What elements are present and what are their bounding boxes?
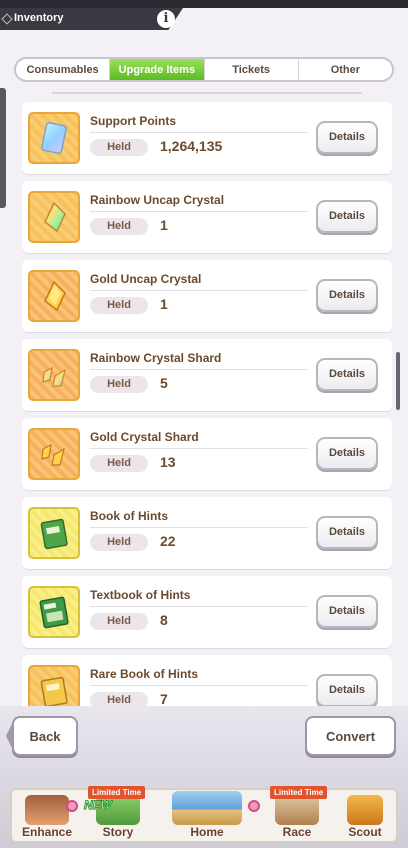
tab-other[interactable]: Other [299, 59, 392, 80]
details-button[interactable]: Details [316, 121, 378, 154]
details-button[interactable]: Details [316, 200, 378, 233]
bottom-nav: Enhance Story Limited Time NEW Home Race… [10, 786, 398, 843]
held-count: 13 [160, 454, 176, 470]
nav-enhance[interactable]: Enhance [14, 790, 80, 841]
item-name: Rainbow Uncap Crystal [90, 193, 225, 207]
tab-tickets[interactable]: Tickets [205, 59, 299, 80]
details-button[interactable]: Details [316, 674, 378, 706]
item-name: Gold Uncap Crystal [90, 272, 202, 286]
back-button[interactable]: Back [12, 716, 78, 756]
nav-scout[interactable]: Scout [334, 790, 396, 841]
nav-label: Enhance [21, 825, 72, 839]
details-button[interactable]: Details [316, 516, 378, 549]
item-name: Book of Hints [90, 509, 168, 523]
list-item: Rainbow Crystal Shard Held 5 Details [22, 339, 392, 411]
list-item: Rainbow Uncap Crystal Held 1 Details [22, 181, 392, 253]
held-count: 1 [160, 296, 168, 312]
scrollbar[interactable] [396, 352, 400, 410]
new-badge: NEW [84, 798, 113, 813]
held-count: 1 [160, 217, 168, 233]
page-title: Inventory [14, 12, 64, 24]
item-name: Gold Crystal Shard [90, 430, 199, 444]
held-label: Held [90, 692, 148, 706]
category-tabs: Consumables Upgrade Items Tickets Other [14, 57, 394, 82]
rare-book-icon [28, 665, 80, 706]
list-item: Gold Crystal Shard Held 13 Details [22, 418, 392, 490]
nav-label: Story [102, 825, 134, 839]
details-button[interactable]: Details [316, 358, 378, 391]
gold-crystal-icon [28, 270, 80, 322]
home-icon [172, 791, 242, 825]
item-name: Rainbow Crystal Shard [90, 351, 222, 365]
held-label: Held [90, 218, 148, 235]
item-name: Support Points [90, 114, 176, 128]
limited-time-ribbon: Limited Time [270, 786, 328, 799]
scout-icon [347, 795, 383, 825]
info-button[interactable]: i [157, 10, 175, 28]
convert-button[interactable]: Convert [305, 716, 396, 756]
hint-book-icon [28, 507, 80, 559]
divider [90, 685, 308, 686]
notification-dot [66, 800, 78, 812]
held-label: Held [90, 455, 148, 472]
divider [90, 211, 308, 212]
enhance-icon [25, 795, 69, 825]
divider [90, 369, 308, 370]
list-item: Gold Uncap Crystal Held 1 Details [22, 260, 392, 332]
divider [90, 527, 308, 528]
side-handle [0, 88, 6, 208]
item-list[interactable]: Support Points Held 1,264,135 Details Ra… [22, 92, 392, 706]
textbook-icon [28, 586, 80, 638]
nav-label: Scout [348, 825, 382, 839]
divider [90, 448, 308, 449]
divider [90, 132, 308, 133]
race-icon [275, 795, 319, 825]
details-button[interactable]: Details [316, 595, 378, 628]
details-button[interactable]: Details [316, 437, 378, 470]
divider [90, 606, 308, 607]
screen: Inventory i Consumables Upgrade Items Ti… [0, 0, 408, 848]
held-count: 5 [160, 375, 168, 391]
list-top-divider [52, 92, 362, 95]
held-count: 8 [160, 612, 168, 628]
rainbow-crystal-icon [28, 191, 80, 243]
tab-consumables[interactable]: Consumables [16, 59, 111, 80]
held-label: Held [90, 534, 148, 551]
nav-label: Home [190, 825, 224, 839]
item-name: Textbook of Hints [90, 588, 191, 602]
held-label: Held [90, 613, 148, 630]
diamond-icon [1, 13, 13, 25]
rainbow-shard-icon [28, 349, 80, 401]
held-count: 1,264,135 [160, 138, 223, 154]
support-points-icon [28, 112, 80, 164]
tab-upgrade-items[interactable]: Upgrade Items [110, 59, 205, 80]
list-item: Rare Book of Hints Held 7 Details [22, 655, 392, 706]
held-count: 22 [160, 533, 176, 549]
details-button[interactable]: Details [316, 279, 378, 312]
divider [90, 290, 308, 291]
list-item: Textbook of Hints Held 8 Details [22, 576, 392, 648]
held-label: Held [90, 139, 148, 156]
held-label: Held [90, 376, 148, 393]
notification-dot [248, 800, 260, 812]
nav-home[interactable]: Home [162, 790, 252, 841]
held-label: Held [90, 297, 148, 314]
gold-shard-icon [28, 428, 80, 480]
list-item: Support Points Held 1,264,135 Details [22, 102, 392, 174]
held-count: 7 [160, 691, 168, 706]
nav-label: Race [282, 825, 312, 839]
item-name: Rare Book of Hints [90, 667, 199, 681]
header-bar: Inventory [0, 8, 183, 30]
list-item: Book of Hints Held 22 Details [22, 497, 392, 569]
